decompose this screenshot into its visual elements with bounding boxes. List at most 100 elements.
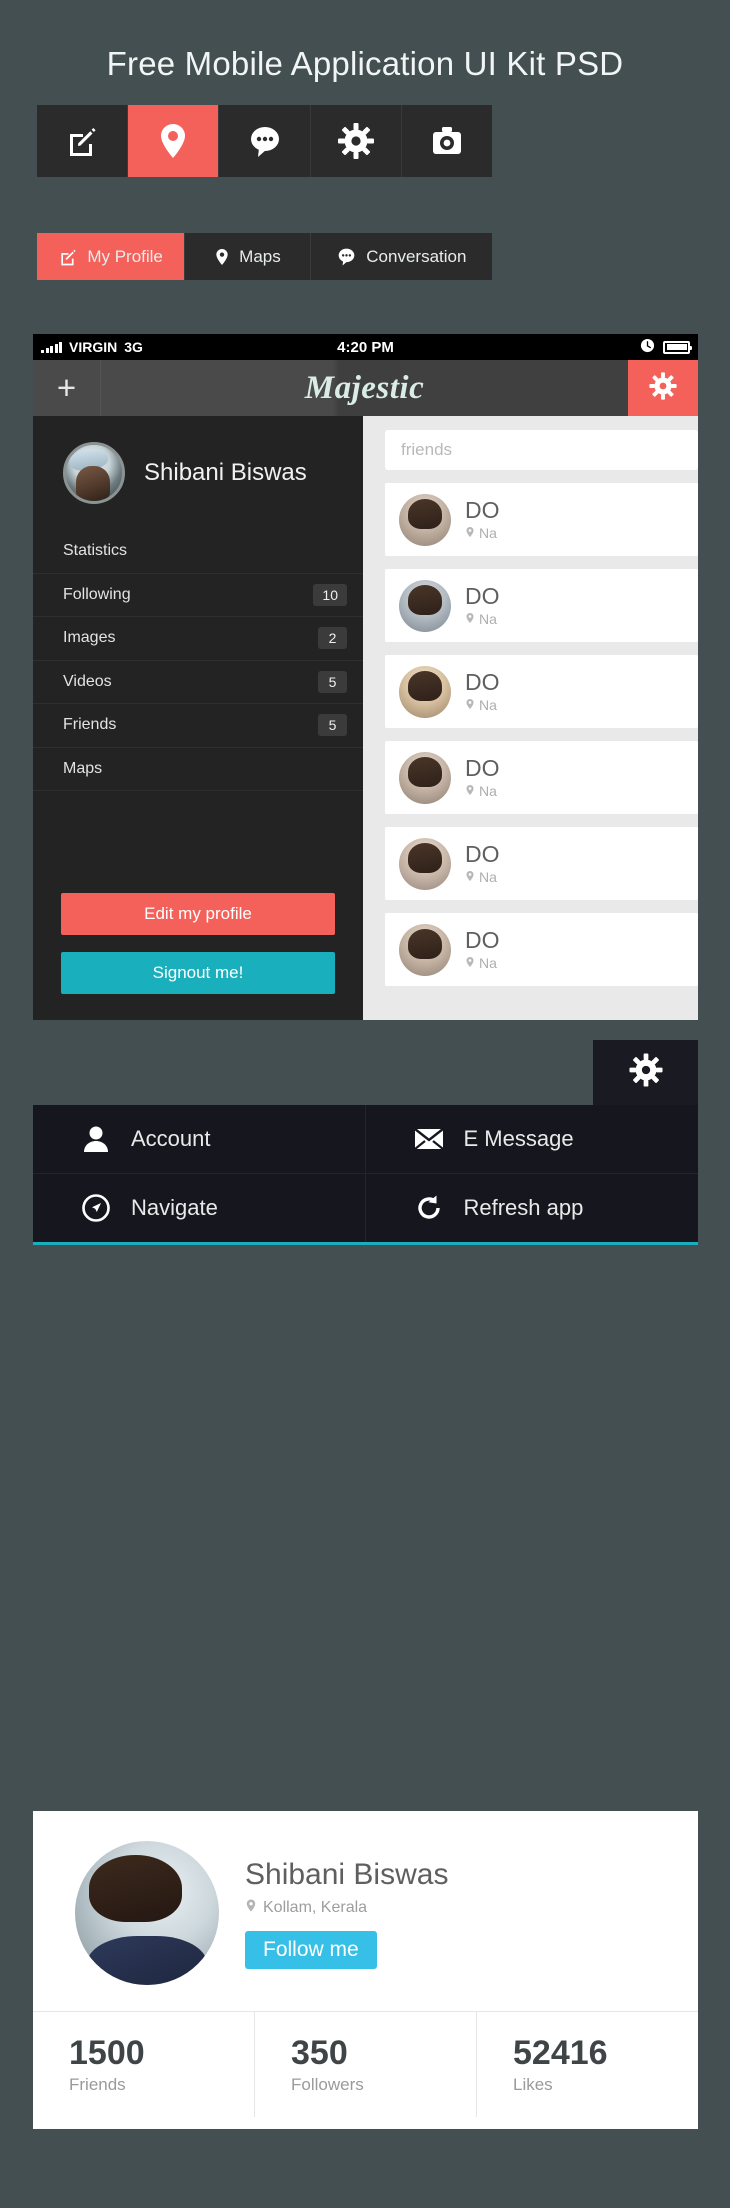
action-account[interactable]: Account xyxy=(33,1105,366,1174)
profile-location: Kollam, Kerala xyxy=(263,1898,368,1916)
person-icon xyxy=(81,1125,111,1153)
profile-name: Shibani Biswas xyxy=(144,459,307,486)
location-pin-icon xyxy=(156,122,190,160)
stat-label: Friends xyxy=(69,2075,126,2095)
phone-mockup: VIRGIN 3G 4:20 PM + Majestic Shibani Bis… xyxy=(33,334,698,1020)
avatar xyxy=(399,751,451,804)
search-input[interactable]: friends xyxy=(385,430,698,470)
status-bar: VIRGIN 3G 4:20 PM xyxy=(33,334,698,360)
avatar xyxy=(75,1841,219,1985)
follow-button[interactable]: Follow me xyxy=(245,1930,377,1969)
avatar xyxy=(399,665,451,718)
avatar xyxy=(399,579,451,632)
avatar xyxy=(399,837,451,890)
friend-location: Na xyxy=(479,954,497,971)
stat-friends: 1500 Friends xyxy=(33,2012,255,2117)
action-e-message[interactable]: E Message xyxy=(365,1105,698,1174)
list-item[interactable]: DO Na xyxy=(385,655,698,728)
friend-location: Na xyxy=(479,610,497,627)
app-navbar: + Majestic xyxy=(33,360,698,416)
stat-likes: 52416 Likes xyxy=(477,2012,698,2117)
action-label: E Message xyxy=(463,1125,574,1151)
action-navigate[interactable]: Navigate xyxy=(33,1173,366,1242)
icon-bar-item-location[interactable] xyxy=(128,105,220,177)
chat-bubble-icon xyxy=(336,247,357,266)
sidebar-item-videos[interactable]: Videos 5 xyxy=(33,661,363,704)
icon-bar-item-chat[interactable] xyxy=(219,105,311,177)
tab-conversation[interactable]: Conversation xyxy=(311,233,492,280)
avatar xyxy=(399,923,451,976)
friend-location: Na xyxy=(479,782,497,799)
friend-name: DO xyxy=(465,670,500,696)
action-refresh-app[interactable]: Refresh app xyxy=(366,1174,699,1243)
gear-icon xyxy=(649,371,677,405)
friend-location: Na xyxy=(479,524,497,541)
sidebar-item-friends[interactable]: Friends 5 xyxy=(33,704,363,748)
envelope-icon xyxy=(413,1127,444,1150)
icon-bar-item-edit[interactable] xyxy=(37,105,129,177)
page-title: Shibani Biswas xyxy=(245,1857,449,1891)
settings-tab-button[interactable] xyxy=(593,1040,698,1105)
avatar xyxy=(63,442,125,504)
refresh-icon xyxy=(414,1194,444,1222)
app-title: Majestic xyxy=(304,369,425,406)
list-item[interactable]: DO Na xyxy=(385,741,698,814)
tab-label: My Profile xyxy=(87,246,163,266)
location-pin-icon xyxy=(465,611,475,627)
location-pin-icon xyxy=(465,525,475,541)
compass-icon xyxy=(81,1193,111,1222)
tab-label: Maps xyxy=(239,246,281,266)
list-item[interactable]: DO Na xyxy=(385,483,698,556)
action-label: Refresh app xyxy=(463,1194,584,1220)
sidebar-item-following[interactable]: Following 10 xyxy=(33,574,363,617)
battery-icon xyxy=(663,340,692,354)
location-pin-icon xyxy=(245,1898,257,1918)
profile-card-header: Shibani Biswas Kollam, Kerala Follow me xyxy=(33,1811,698,2011)
stat-label: Maps xyxy=(63,759,103,777)
icon-bar-item-settings[interactable] xyxy=(311,105,402,177)
location-pin-icon xyxy=(465,783,475,799)
stat-value: 1500 xyxy=(69,2033,145,2072)
friend-name: DO xyxy=(465,842,500,868)
carrier-label: VIRGIN xyxy=(69,339,118,355)
settings-button[interactable] xyxy=(628,360,698,416)
stat-label: Likes xyxy=(513,2075,553,2095)
friend-name: DO xyxy=(465,584,500,610)
sidebar-profile-header: Shibani Biswas xyxy=(33,416,363,530)
status-badge: 10 xyxy=(313,583,347,606)
status-badge: 2 xyxy=(318,627,347,650)
signal-bars-icon xyxy=(41,341,62,353)
stat-followers: 350 Followers xyxy=(255,2012,477,2117)
add-button[interactable]: + xyxy=(33,360,101,416)
icon-bar-item-camera[interactable] xyxy=(402,105,492,177)
tab-maps[interactable]: Maps xyxy=(185,233,311,280)
signout-button[interactable]: Signout me! xyxy=(61,952,335,994)
friend-name: DO xyxy=(465,756,500,782)
status-badge: 5 xyxy=(318,670,347,693)
stat-value: 350 xyxy=(291,2033,348,2072)
list-item[interactable]: DO Na xyxy=(385,913,698,986)
action-label: Navigate xyxy=(131,1194,218,1220)
list-item[interactable]: DO Na xyxy=(385,569,698,642)
friend-name: DO xyxy=(465,498,500,524)
tab-my-profile[interactable]: My Profile xyxy=(37,233,186,280)
sidebar-item-maps[interactable]: Maps xyxy=(33,748,363,791)
sidebar-item-images[interactable]: Images 2 xyxy=(33,617,363,661)
network-label: 3G xyxy=(124,339,143,355)
location-pin-icon xyxy=(465,955,475,971)
list-item[interactable]: DO Na xyxy=(385,827,698,900)
stat-label: Friends xyxy=(63,716,117,734)
friend-location: Na xyxy=(479,696,497,713)
profile-card: Shibani Biswas Kollam, Kerala Follow me … xyxy=(33,1811,698,2129)
gear-icon xyxy=(628,1053,663,1092)
friend-name: DO xyxy=(465,928,500,954)
edit-profile-button[interactable]: Edit my profile xyxy=(61,893,335,935)
sidebar-section-statistics: Statistics xyxy=(33,530,363,574)
status-badge: 5 xyxy=(318,714,347,737)
chat-bubble-icon xyxy=(247,124,283,158)
page-title: Free Mobile Application UI Kit PSD xyxy=(106,45,624,82)
stat-label: Videos xyxy=(63,672,112,690)
action-grid: Account E Message Navigate Refresh app xyxy=(33,1105,698,1245)
location-pin-icon xyxy=(465,697,475,713)
